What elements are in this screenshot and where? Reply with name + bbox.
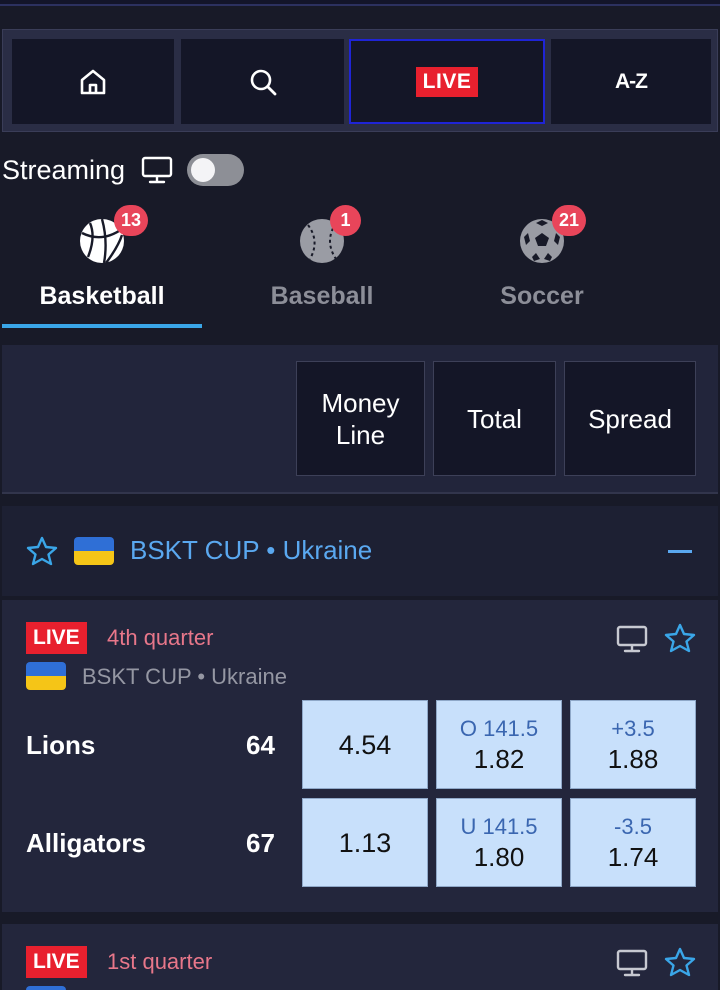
live-label: LIVE [415, 66, 479, 97]
active-tab-indicator [2, 324, 202, 328]
odds-price: 1.80 [473, 841, 525, 872]
tab-baseball-label: Baseball [270, 282, 374, 310]
toggle-knob [191, 158, 216, 182]
live-badge: LIVE [26, 622, 87, 654]
collapse-icon[interactable] [668, 550, 692, 553]
tab-basketball[interactable]: 13 Basketball [2, 205, 202, 328]
spread-odds-button[interactable]: +3.5 1.88 [570, 700, 696, 789]
money-line-header-button[interactable]: Money Line [296, 361, 425, 476]
league-title[interactable]: BSKT CUP • Ukraine [130, 535, 372, 566]
streaming-row: Streaming [2, 152, 245, 188]
streaming-toggle[interactable] [187, 154, 245, 186]
odds-line: O 141.5 [459, 715, 539, 741]
team-score: 64 [246, 730, 275, 760]
odds-price: 1.88 [607, 743, 659, 774]
search-icon [250, 69, 276, 95]
stream-monitor-icon[interactable] [616, 624, 648, 654]
spread-odds-button[interactable]: -3.5 1.74 [570, 798, 696, 887]
team-name: Alligators [26, 828, 146, 858]
total-header-button[interactable]: Total [433, 361, 556, 476]
odds-price: 1.74 [607, 841, 659, 872]
a-z-button[interactable]: A-Z [551, 39, 711, 124]
match-period: 4th quarter [107, 625, 214, 650]
market-header: Money Line Total Spread [2, 345, 718, 494]
tab-basketball-label: Basketball [39, 282, 165, 310]
live-badge: LIVE [26, 946, 87, 978]
stream-monitor-icon[interactable] [616, 948, 648, 978]
live-button[interactable]: LIVE [349, 39, 545, 124]
odds-price: 1.13 [338, 827, 392, 858]
streaming-label: Streaming [2, 154, 126, 185]
favorite-match-star-icon[interactable] [664, 622, 696, 654]
top-border [0, 0, 720, 6]
spread-label: Spread [588, 403, 672, 434]
odds-price: 4.54 [338, 729, 392, 760]
odds-line: -3.5 [614, 813, 652, 839]
money-line-label: Money Line [321, 387, 400, 450]
money-line-odds-button[interactable]: 1.13 [302, 798, 428, 887]
favorite-match-star-icon[interactable] [664, 946, 696, 978]
total-odds-button[interactable]: U 141.5 1.80 [436, 798, 562, 887]
favorite-league-star-icon[interactable] [26, 536, 58, 566]
money-line-odds-button[interactable]: 4.54 [302, 700, 428, 789]
total-odds-button[interactable]: O 141.5 1.82 [436, 700, 562, 789]
soccer-count-badge: 21 [552, 205, 587, 236]
odds-price: 1.82 [473, 743, 525, 774]
match-card: LIVE 4th quarter BSKT CUP • Ukraine Lion… [2, 600, 718, 912]
ukraine-flag-icon [26, 986, 66, 990]
match-card: LIVE 1st quarter [2, 924, 718, 990]
basketball-count-badge: 13 [114, 205, 149, 236]
tab-baseball[interactable]: 1 Baseball [222, 205, 422, 327]
top-nav: LIVE A-Z [2, 29, 718, 132]
home-button[interactable] [12, 39, 174, 124]
ukraine-flag-icon [74, 537, 114, 565]
total-label: Total [467, 403, 522, 434]
odds-line: U 141.5 [460, 813, 538, 839]
odds-line: +3.5 [611, 715, 655, 741]
a-z-label: A-Z [615, 69, 648, 93]
match-league-name: BSKT CUP • Ukraine [82, 664, 287, 689]
baseball-count-badge: 1 [330, 205, 361, 236]
tab-soccer[interactable]: 21 Soccer [442, 205, 642, 327]
monitor-icon [141, 156, 173, 184]
tab-soccer-label: Soccer [500, 282, 584, 310]
spread-header-button[interactable]: Spread [564, 361, 696, 476]
match-period: 1st quarter [107, 949, 213, 974]
league-header: BSKT CUP • Ukraine [2, 506, 718, 596]
home-icon [80, 69, 106, 94]
team-score: 67 [246, 828, 275, 858]
team-name: Lions [26, 730, 96, 760]
ukraine-flag-icon [26, 662, 66, 690]
search-button[interactable] [181, 39, 344, 124]
